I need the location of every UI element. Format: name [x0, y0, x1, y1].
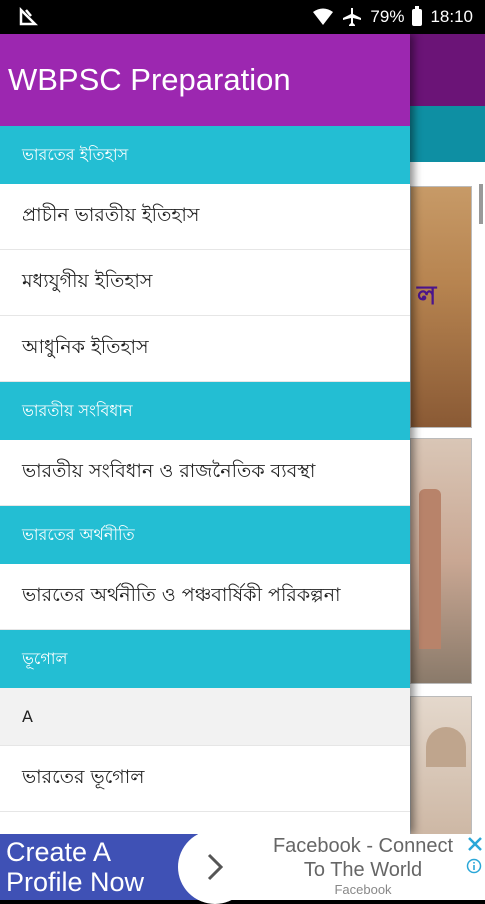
- section-header-constitution: ভারতীয় সংবিধান: [0, 382, 410, 440]
- drawer-header: WBPSC Preparation: [0, 34, 410, 126]
- chevron-right-icon: [207, 853, 224, 881]
- menu-item-medieval-history[interactable]: মধ্যযুগীয় ইতিহাস: [0, 250, 410, 316]
- ad-title-line2: To The World: [303, 859, 423, 881]
- minaret-image: [419, 489, 441, 649]
- dome-image: [426, 727, 466, 767]
- status-bar: 79% 18:10: [0, 0, 485, 34]
- scrollbar[interactable]: [479, 184, 483, 224]
- menu-item-constitution-polity[interactable]: ভারতীয় সংবিধান ও রাজনৈতিক ব্যবস্থা: [0, 440, 410, 506]
- ad-title-line1: Facebook - Connect: [272, 835, 454, 857]
- section-header-economy: ভারতের অর্থনীতি: [0, 506, 410, 564]
- topic-card-economy[interactable]: [410, 696, 472, 838]
- topic-card-history[interactable]: ল: [410, 186, 472, 428]
- ad-promo-line2: Profile Now: [6, 867, 145, 897]
- menu-item-modern-history[interactable]: আধুনিক ইতিহাস: [0, 316, 410, 382]
- battery-percent: 79%: [370, 7, 405, 26]
- ad-subtitle: Facebook: [334, 882, 392, 897]
- ad-banner[interactable]: Create A Profile Now Facebook - Connect …: [0, 830, 485, 904]
- battery-icon: [412, 5, 423, 26]
- wifi-icon: [313, 8, 334, 25]
- card-title-fragment: ল: [417, 281, 437, 311]
- menu-item-indian-geography[interactable]: ভারতের ভূগোল: [0, 746, 410, 812]
- ad-open-button[interactable]: [178, 830, 252, 904]
- app-notification-icon: [19, 7, 38, 26]
- ad-promo-line1: Create A: [6, 837, 112, 867]
- menu-item-ancient-history[interactable]: প্রাচীন ভারতীয় ইতিহাস: [0, 184, 410, 250]
- section-header-geography: ভূগোল: [0, 630, 410, 688]
- menu-item-geography-a[interactable]: A: [0, 688, 410, 746]
- ad-text-panel[interactable]: Facebook - Connect To The World Facebook: [258, 834, 468, 900]
- clock: 18:10: [430, 7, 473, 26]
- airplane-mode-icon: [343, 8, 362, 26]
- drawer-menu: ভারতের ইতিহাস প্রাচীন ভারতীয় ইতিহাস মধ্…: [0, 126, 410, 812]
- menu-item-economy-five-year-plans[interactable]: ভারতের অর্থনীতি ও পঞ্চবার্ষিকী পরিকল্পনা: [0, 564, 410, 630]
- ad-info-icon[interactable]: [466, 858, 482, 874]
- section-header-history: ভারতের ইতিহাস: [0, 126, 410, 184]
- app-title: WBPSC Preparation: [8, 62, 291, 97]
- ad-close-icon[interactable]: [467, 836, 483, 852]
- ad-promo-panel[interactable]: Create A Profile Now: [0, 834, 198, 900]
- navigation-drawer: WBPSC Preparation ভারতের ইতিহাস প্রাচীন …: [0, 34, 410, 834]
- topic-card-constitution[interactable]: [410, 438, 472, 684]
